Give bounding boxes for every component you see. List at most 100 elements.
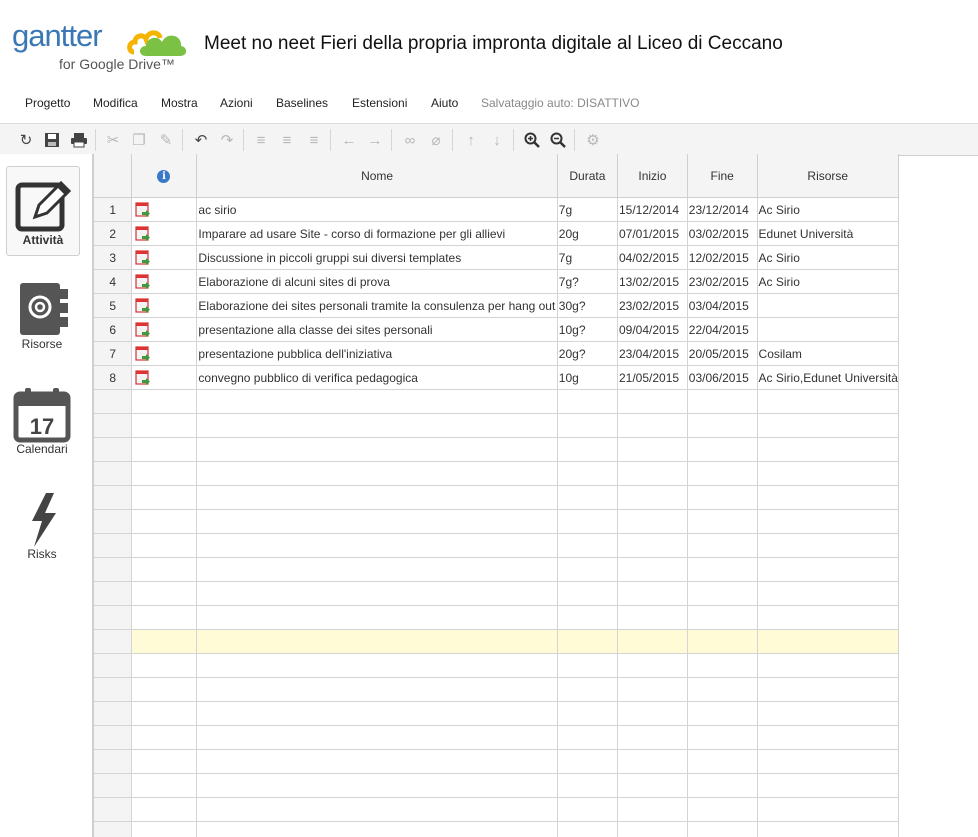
empty-cell[interactable] <box>131 653 198 678</box>
row-number[interactable] <box>94 653 132 678</box>
menu-modifica[interactable]: Modifica <box>93 96 138 110</box>
empty-cell[interactable] <box>617 749 688 774</box>
cut-icon[interactable]: ✂ <box>102 129 124 151</box>
row-number[interactable] <box>94 533 132 558</box>
empty-cell[interactable] <box>687 485 758 510</box>
document-title[interactable]: Meet no neet Fieri della propria impront… <box>204 33 783 55</box>
settings-icon[interactable]: ⚙ <box>582 129 604 151</box>
print-icon[interactable] <box>68 129 90 151</box>
empty-cell[interactable] <box>131 389 198 414</box>
autosave-status[interactable]: Salvataggio auto: DISATTIVO <box>481 96 640 110</box>
task-duration-cell[interactable]: 20g? <box>557 341 618 366</box>
task-indicator-cell[interactable] <box>131 365 198 390</box>
empty-cell[interactable] <box>687 677 758 702</box>
row-number[interactable] <box>94 485 132 510</box>
empty-cell[interactable] <box>617 653 688 678</box>
empty-cell[interactable] <box>131 725 198 750</box>
empty-cell[interactable] <box>557 701 618 726</box>
empty-cell[interactable] <box>617 389 688 414</box>
empty-cell[interactable] <box>557 821 618 837</box>
refresh-icon[interactable]: ↻ <box>15 129 37 151</box>
menu-estensioni[interactable]: Estensioni <box>352 96 407 110</box>
empty-cell[interactable] <box>757 413 899 438</box>
task-duration-cell[interactable]: 20g <box>557 221 618 246</box>
task-duration-cell[interactable]: 7g <box>557 245 618 270</box>
empty-table-row[interactable] <box>94 701 899 726</box>
empty-cell[interactable] <box>687 437 758 462</box>
row-number[interactable]: 3 <box>94 245 132 270</box>
task-indicator-cell[interactable] <box>131 293 198 318</box>
column-header-end[interactable]: Fine <box>687 154 758 198</box>
empty-cell[interactable] <box>687 389 758 414</box>
empty-cell[interactable] <box>757 437 899 462</box>
task-name-cell[interactable]: Imparare ad usare Site - corso di formaz… <box>196 221 558 246</box>
empty-cell[interactable] <box>617 461 688 486</box>
row-number[interactable] <box>94 581 132 606</box>
task-start-cell[interactable]: 23/02/2015 <box>617 293 688 318</box>
empty-cell[interactable] <box>557 437 618 462</box>
row-number[interactable] <box>94 605 132 630</box>
empty-table-row[interactable] <box>94 677 899 702</box>
empty-cell[interactable] <box>131 557 198 582</box>
empty-cell[interactable] <box>617 677 688 702</box>
row-number[interactable] <box>94 749 132 774</box>
empty-cell[interactable] <box>557 389 618 414</box>
column-header-duration[interactable]: Durata <box>557 154 618 198</box>
row-number[interactable] <box>94 701 132 726</box>
empty-cell[interactable] <box>687 461 758 486</box>
empty-cell[interactable] <box>687 749 758 774</box>
empty-cell[interactable] <box>687 509 758 534</box>
task-name-cell[interactable]: Elaborazione dei sites personali tramite… <box>196 293 558 318</box>
column-header-rownum[interactable] <box>94 154 132 198</box>
table-row[interactable]: 2 Imparare ad usare Site - corso di forma… <box>94 221 899 246</box>
empty-cell[interactable] <box>196 797 558 822</box>
empty-cell[interactable] <box>687 821 758 837</box>
task-indicator-cell[interactable] <box>131 197 198 222</box>
task-end-cell[interactable]: 23/12/2014 <box>687 197 758 222</box>
empty-table-row[interactable] <box>94 581 899 606</box>
row-number[interactable] <box>94 461 132 486</box>
task-indicator-cell[interactable] <box>131 341 198 366</box>
empty-cell[interactable] <box>196 413 558 438</box>
row-number[interactable]: 1 <box>94 197 132 222</box>
empty-cell[interactable] <box>687 413 758 438</box>
table-row[interactable]: 6 presentazione alla classe dei sites per… <box>94 317 899 342</box>
empty-table-row[interactable] <box>94 389 899 414</box>
column-header-resources[interactable]: Risorse <box>757 154 899 198</box>
empty-cell[interactable] <box>617 437 688 462</box>
task-duration-cell[interactable]: 7g? <box>557 269 618 294</box>
menu-mostra[interactable]: Mostra <box>161 96 198 110</box>
empty-table-row[interactable] <box>94 461 899 486</box>
empty-cell[interactable] <box>131 533 198 558</box>
empty-cell[interactable] <box>687 773 758 798</box>
column-header-name[interactable]: Nome <box>196 154 558 198</box>
empty-cell[interactable] <box>687 653 758 678</box>
empty-cell[interactable] <box>757 773 899 798</box>
empty-cell[interactable] <box>557 533 618 558</box>
empty-cell[interactable] <box>617 725 688 750</box>
task-end-cell[interactable]: 20/05/2015 <box>687 341 758 366</box>
empty-cell[interactable] <box>617 773 688 798</box>
empty-cell[interactable] <box>757 557 899 582</box>
task-start-cell[interactable]: 04/02/2015 <box>617 245 688 270</box>
task-duration-cell[interactable]: 7g <box>557 197 618 222</box>
row-number[interactable] <box>94 677 132 702</box>
arrow-right-icon[interactable]: → <box>364 129 386 151</box>
move-down-icon[interactable]: ↓ <box>486 129 508 151</box>
sidebar-item-attivita[interactable]: Attività <box>6 166 80 256</box>
empty-cell[interactable] <box>196 605 558 630</box>
gantter-logo[interactable]: gantter for Google Drive™ <box>12 16 187 76</box>
empty-cell[interactable] <box>617 485 688 510</box>
task-resources-cell[interactable]: Ac Sirio <box>757 197 899 222</box>
menu-azioni[interactable]: Azioni <box>220 96 253 110</box>
empty-cell[interactable] <box>757 509 899 534</box>
zoom-out-icon[interactable] <box>547 129 569 151</box>
empty-table-row[interactable] <box>94 557 899 582</box>
empty-cell[interactable] <box>131 797 198 822</box>
empty-cell[interactable] <box>557 509 618 534</box>
empty-cell[interactable] <box>617 797 688 822</box>
row-number[interactable]: 5 <box>94 293 132 318</box>
task-end-cell[interactable]: 03/06/2015 <box>687 365 758 390</box>
menu-aiuto[interactable]: Aiuto <box>431 96 458 110</box>
row-number[interactable] <box>94 821 132 837</box>
